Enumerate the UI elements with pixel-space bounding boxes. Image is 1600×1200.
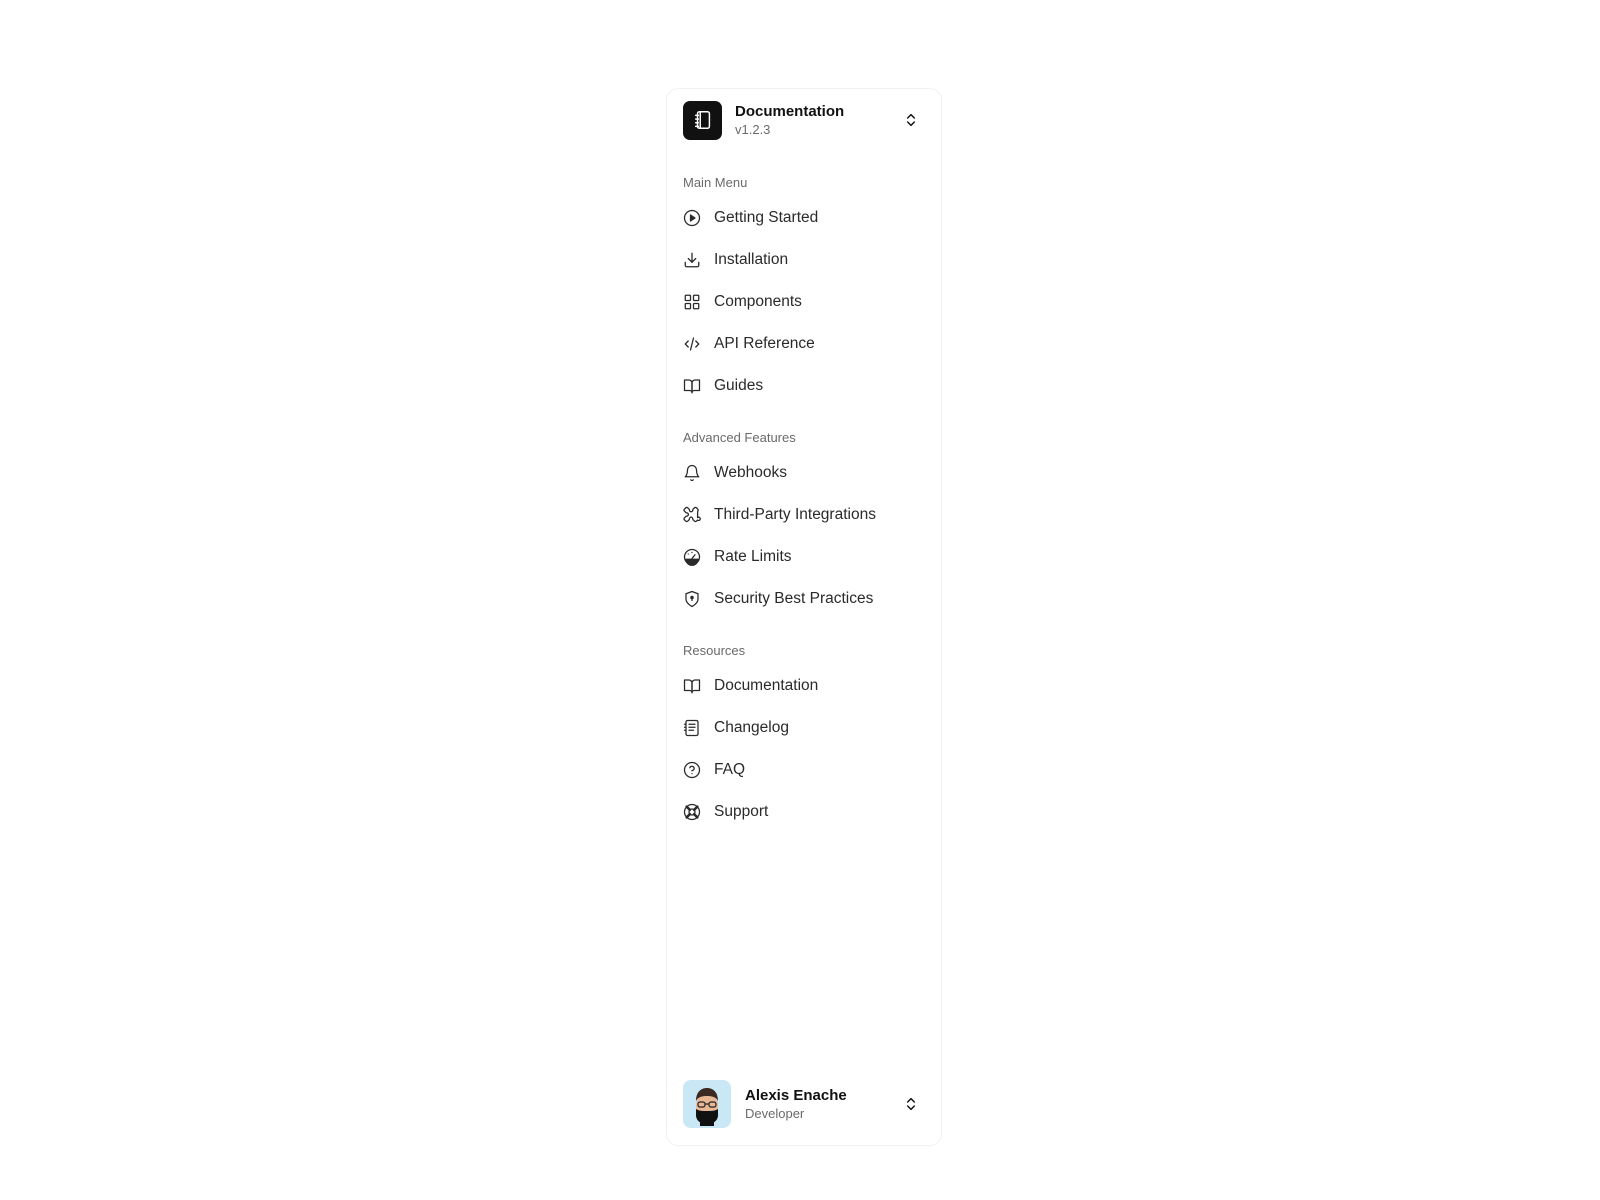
nav-item-label: Rate Limits	[714, 548, 792, 565]
nav-item-label: Changelog	[714, 719, 789, 736]
book-open-icon	[683, 377, 701, 395]
user-menu-button[interactable]: Alexis Enache Developer	[683, 1080, 927, 1128]
grid-icon	[683, 293, 701, 311]
nav-item-faq[interactable]: FAQ	[683, 753, 927, 787]
nav-item-label: Third-Party Integrations	[714, 506, 876, 523]
nav-item-label: Installation	[714, 251, 789, 268]
nav-item-label: Webhooks	[714, 464, 787, 481]
nav-item-label: API Reference	[714, 335, 815, 352]
nav-item-support[interactable]: Support	[683, 795, 927, 829]
book-open-icon	[683, 677, 701, 695]
avatar	[683, 1080, 731, 1128]
group-label-main-menu: Main Menu	[683, 175, 748, 190]
puzzle-icon	[683, 506, 701, 524]
nav-item-webhooks[interactable]: Webhooks	[683, 456, 927, 490]
user-name: Alexis Enache	[745, 1087, 847, 1104]
team-name: Documentation	[735, 103, 845, 120]
gauge-icon	[683, 548, 701, 566]
nav-item-rate-limits[interactable]: Rate Limits	[683, 540, 927, 574]
help-circle-icon	[683, 761, 701, 779]
nav-item-documentation[interactable]: Documentation	[683, 669, 927, 703]
code-icon	[683, 335, 701, 353]
life-buoy-icon	[683, 803, 701, 821]
notebook-icon	[683, 100, 722, 140]
download-icon	[683, 251, 701, 269]
nav-item-changelog[interactable]: Changelog	[683, 711, 927, 745]
team-version: v1.2.3	[735, 122, 771, 137]
team-switcher-button[interactable]: Documentation v1.2.3	[683, 100, 927, 140]
bell-icon	[683, 464, 701, 482]
shield-icon	[683, 590, 701, 608]
nav-item-components[interactable]: Components	[683, 285, 927, 319]
nav-item-security-best-practices[interactable]: Security Best Practices	[683, 582, 927, 616]
nav-item-label: Guides	[714, 377, 764, 394]
nav-item-label: Getting Started	[714, 209, 819, 226]
nav-item-guides[interactable]: Guides	[683, 369, 927, 403]
user-role: Developer	[745, 1106, 805, 1121]
nav-item-label: Documentation	[714, 677, 819, 694]
nav-item-installation[interactable]: Installation	[683, 243, 927, 277]
nav-item-label: FAQ	[714, 761, 746, 778]
nav-item-api-reference[interactable]: API Reference	[683, 327, 927, 361]
chevrons-up-down-icon	[906, 113, 916, 127]
chevrons-up-down-icon	[906, 1097, 916, 1111]
nav-item-label: Support	[714, 803, 769, 820]
file-text-icon	[683, 719, 701, 737]
sidebar: Documentation v1.2.3 Main Menu Getting S…	[666, 88, 942, 1146]
group-label-advanced-features: Advanced Features	[683, 430, 796, 445]
play-circle-icon	[683, 209, 701, 227]
nav-item-getting-started[interactable]: Getting Started	[683, 201, 927, 235]
nav-item-third-party-integrations[interactable]: Third-Party Integrations	[683, 498, 927, 532]
group-label-resources: Resources	[683, 643, 746, 658]
user-avatar-image	[696, 1088, 718, 1126]
nav-item-label: Security Best Practices	[714, 590, 874, 607]
nav-item-label: Components	[714, 293, 802, 310]
